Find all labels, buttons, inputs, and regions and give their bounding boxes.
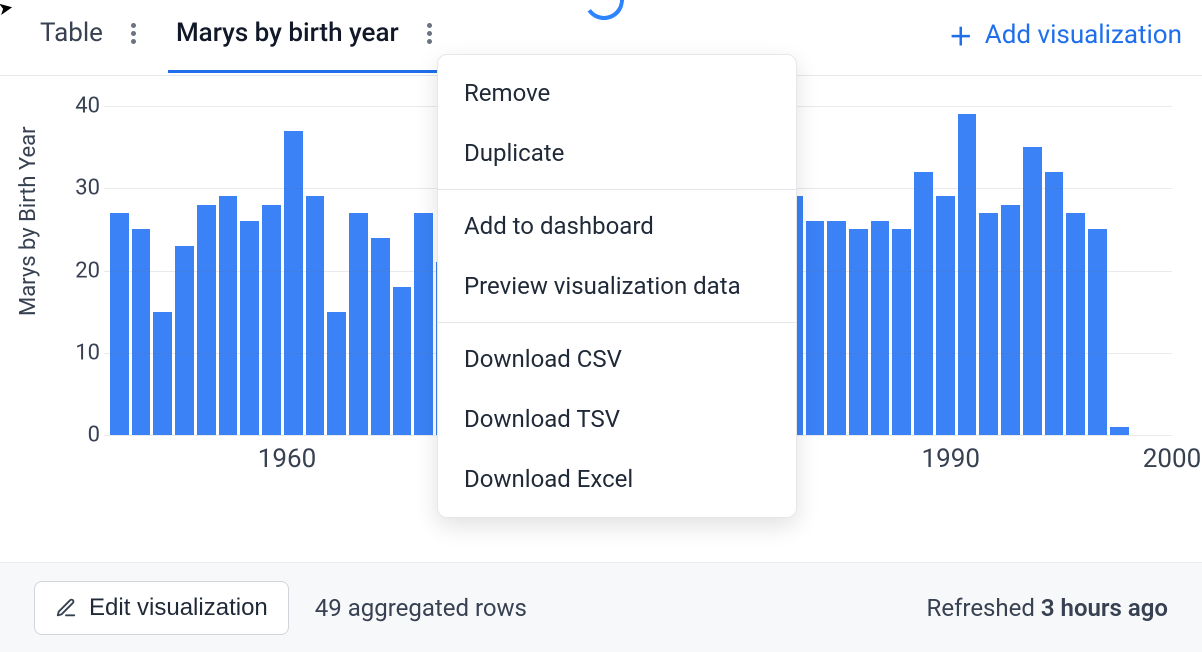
y-tick: 20 bbox=[60, 258, 100, 283]
y-tick: 0 bbox=[60, 423, 100, 448]
chart-bar bbox=[1045, 172, 1064, 435]
chart-bar bbox=[262, 205, 281, 435]
menu-duplicate[interactable]: Duplicate bbox=[438, 123, 796, 183]
chart-bar bbox=[284, 131, 303, 435]
add-visualization-button[interactable]: ＋ Add visualization bbox=[949, 17, 1182, 72]
refreshed-label: Refreshed 3 hours ago bbox=[927, 594, 1168, 622]
chart-bar bbox=[371, 238, 390, 435]
tab-marys-by-birth-year[interactable]: Marys by birth year bbox=[168, 17, 446, 73]
x-tick: 2000 bbox=[1143, 444, 1201, 474]
visualization-options-menu: Remove Duplicate Add to dashboard Previe… bbox=[437, 54, 797, 518]
tab-table[interactable]: Table bbox=[32, 17, 150, 73]
chart-bar bbox=[327, 312, 346, 435]
chart-bar bbox=[240, 221, 259, 435]
chart-bar bbox=[871, 221, 890, 435]
y-tick: 10 bbox=[60, 340, 100, 365]
chart-bar bbox=[827, 221, 846, 435]
chart-bar bbox=[979, 213, 998, 435]
menu-download-csv[interactable]: Download CSV bbox=[438, 329, 796, 389]
y-tick: 30 bbox=[60, 176, 100, 201]
menu-download-excel[interactable]: Download Excel bbox=[438, 449, 796, 509]
x-tick: 1990 bbox=[922, 444, 980, 474]
chart-bar bbox=[132, 229, 151, 435]
chart-bar bbox=[175, 246, 194, 435]
menu-preview-data[interactable]: Preview visualization data bbox=[438, 256, 796, 316]
chart-bar bbox=[197, 205, 216, 435]
chart-bar bbox=[1066, 213, 1085, 435]
aggregated-rows-label: 49 aggregated rows bbox=[315, 594, 527, 622]
chart-bar bbox=[849, 229, 868, 435]
add-visualization-label: Add visualization bbox=[985, 20, 1182, 50]
menu-separator bbox=[438, 189, 796, 190]
chart-bar bbox=[110, 213, 129, 435]
kebab-icon[interactable] bbox=[421, 17, 438, 50]
chart-bar bbox=[414, 213, 433, 435]
menu-remove[interactable]: Remove bbox=[438, 63, 796, 123]
chart-bar bbox=[393, 287, 412, 435]
x-tick: 1960 bbox=[258, 444, 316, 474]
tab-table-label: Table bbox=[40, 18, 103, 48]
chart-bar bbox=[914, 172, 933, 435]
chart-bar bbox=[1088, 229, 1107, 435]
y-axis-label: Marys by Birth Year bbox=[16, 126, 41, 316]
menu-add-dashboard[interactable]: Add to dashboard bbox=[438, 196, 796, 256]
chart-bar bbox=[806, 221, 825, 435]
chart-bar bbox=[892, 229, 911, 435]
chart-bar bbox=[958, 114, 977, 435]
menu-download-tsv[interactable]: Download TSV bbox=[438, 389, 796, 449]
chart-bar bbox=[306, 196, 325, 435]
chart-bar bbox=[349, 213, 368, 435]
refreshed-time: 3 hours ago bbox=[1041, 594, 1168, 622]
chart-bar bbox=[1110, 427, 1129, 435]
y-tick: 40 bbox=[60, 94, 100, 119]
chart-bar bbox=[153, 312, 172, 435]
edit-visualization-label: Edit visualization bbox=[89, 594, 268, 622]
tab-active-label: Marys by birth year bbox=[176, 18, 399, 48]
chart-bar bbox=[219, 196, 238, 435]
footer: Edit visualization 49 aggregated rows Re… bbox=[0, 562, 1202, 652]
chart-bar bbox=[936, 196, 955, 435]
chart-bar bbox=[1023, 147, 1042, 435]
edit-icon bbox=[55, 597, 77, 619]
chart-bar bbox=[1001, 205, 1020, 435]
kebab-icon[interactable] bbox=[125, 17, 142, 50]
refreshed-prefix: Refreshed bbox=[927, 594, 1041, 622]
menu-separator bbox=[438, 322, 796, 323]
edit-visualization-button[interactable]: Edit visualization bbox=[34, 581, 289, 635]
plus-icon: ＋ bbox=[949, 17, 973, 52]
